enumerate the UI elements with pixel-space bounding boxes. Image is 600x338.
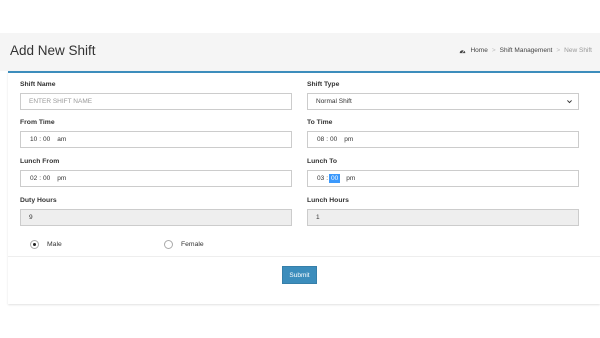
lunch-from-ampm[interactable]: pm — [57, 175, 66, 182]
from-time-minute[interactable]: 00 — [42, 136, 51, 143]
shift-form-panel: Shift Name ENTER SHIFT NAME Shift Type N… — [8, 71, 600, 304]
gender-radio-male[interactable]: Male — [30, 240, 62, 249]
lunch-to-minute[interactable]: 00 — [329, 174, 341, 183]
lunch-hours-label: Lunch Hours — [307, 197, 349, 204]
from-time-ampm[interactable]: am — [57, 136, 66, 143]
duty-hours-field: 9 — [20, 209, 292, 226]
shift-type-select[interactable]: Normal Shift — [307, 93, 579, 110]
radio-unchecked-icon[interactable] — [164, 240, 173, 249]
chevron-down-icon — [567, 100, 572, 104]
gender-radio-label: Male — [47, 241, 62, 248]
shift-type-value: Normal Shift — [316, 98, 352, 105]
shift-type-label: Shift Type — [307, 81, 340, 88]
to-time-hour[interactable]: 08 — [316, 136, 325, 143]
panel-footer: Submit — [8, 256, 600, 304]
breadcrumb-shift-management-link[interactable]: Shift Management — [500, 47, 553, 54]
duty-hours-label: Duty Hours — [20, 197, 57, 204]
gender-radio-label: Female — [181, 241, 204, 248]
time-colon: : — [39, 175, 42, 182]
page-header: Add New Shift Home > Shift Management > … — [0, 33, 600, 71]
breadcrumb-home-link[interactable]: Home — [470, 47, 487, 54]
radio-checked-icon[interactable] — [30, 240, 39, 249]
lunch-from-input[interactable]: 02:00 pm — [20, 170, 292, 187]
to-time-label: To Time — [307, 119, 333, 126]
shift-name-input[interactable]: ENTER SHIFT NAME — [20, 93, 292, 110]
breadcrumb: Home > Shift Management > New Shift — [459, 47, 592, 54]
from-time-hour[interactable]: 10 — [29, 136, 38, 143]
lunch-to-hour[interactable]: 03 — [316, 175, 325, 182]
time-colon: : — [326, 136, 329, 143]
to-time-ampm[interactable]: pm — [344, 136, 353, 143]
breadcrumb-separator: > — [556, 47, 561, 54]
submit-button[interactable]: Submit — [282, 266, 317, 284]
time-colon: : — [326, 175, 329, 182]
shift-name-label: Shift Name — [20, 81, 56, 88]
from-time-input[interactable]: 10:00 am — [20, 131, 292, 148]
breadcrumb-separator: > — [491, 47, 496, 54]
page-title: Add New Shift — [10, 43, 96, 58]
lunch-to-ampm[interactable]: pm — [346, 175, 355, 182]
to-time-minute[interactable]: 00 — [329, 136, 338, 143]
from-time-label: From Time — [20, 119, 55, 126]
lunch-hours-field: 1 — [307, 209, 579, 226]
breadcrumb-current: New Shift — [564, 47, 592, 54]
lunch-to-label: Lunch To — [307, 158, 338, 165]
lunch-from-hour[interactable]: 02 — [29, 175, 38, 182]
lunch-from-minute[interactable]: 00 — [42, 175, 51, 182]
gender-radio-female[interactable]: Female — [164, 240, 204, 249]
time-colon: : — [39, 136, 42, 143]
dashboard-icon — [460, 49, 466, 53]
lunch-to-input[interactable]: 03:00 pm — [307, 170, 579, 187]
lunch-from-label: Lunch From — [20, 158, 60, 165]
to-time-input[interactable]: 08:00 pm — [307, 131, 579, 148]
